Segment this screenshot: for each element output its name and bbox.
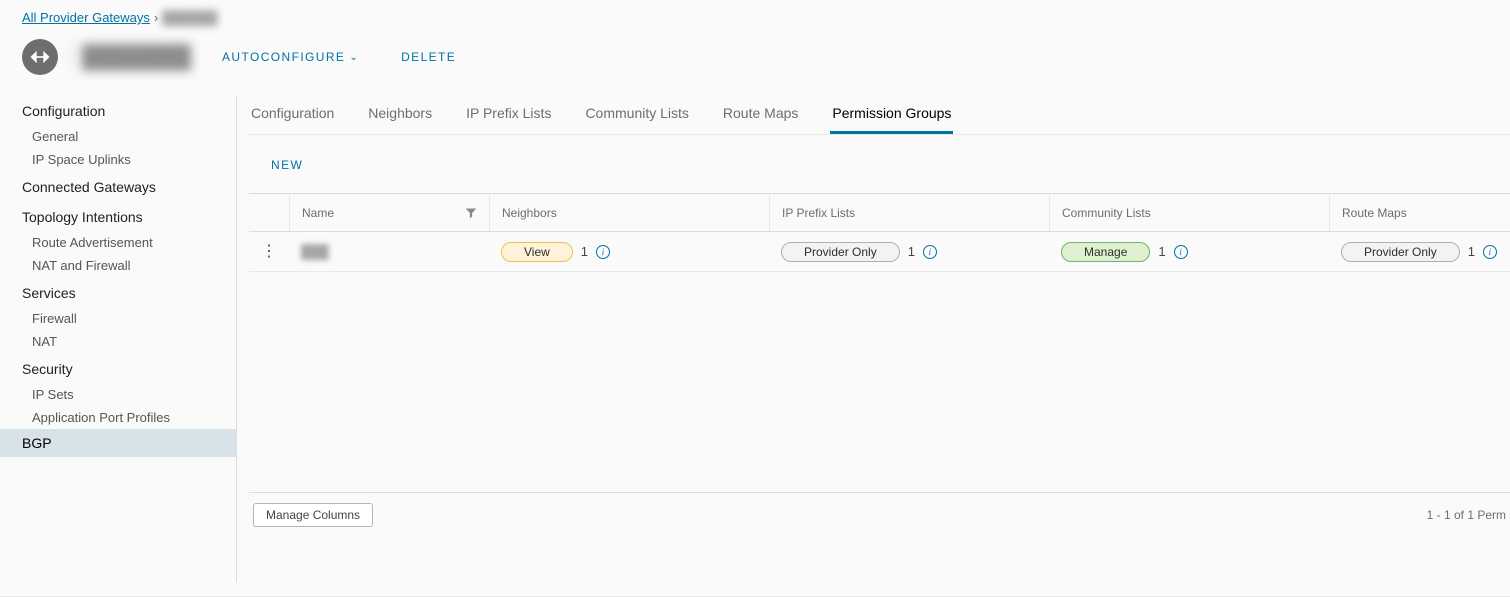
ip-prefix-count: 1: [908, 244, 915, 259]
sidebar-group-configuration[interactable]: Configuration: [0, 95, 236, 125]
chevron-down-icon: ⌄: [349, 52, 359, 63]
page-title-row: ███████ AUTOCONFIGURE ⌄ DELETE: [0, 39, 1510, 95]
sidebar-item-bgp[interactable]: BGP: [0, 429, 236, 457]
info-icon[interactable]: i: [596, 245, 610, 259]
row-name: ███: [301, 244, 329, 259]
row-actions-menu[interactable]: ⋮: [261, 244, 277, 260]
filter-icon[interactable]: [465, 207, 477, 219]
chevron-right-icon: ›: [154, 10, 158, 25]
delete-button[interactable]: DELETE: [395, 49, 462, 65]
breadcrumb-current: ██████: [162, 10, 217, 25]
tab-configuration[interactable]: Configuration: [249, 105, 336, 134]
table-row: ⋮ ███ View 1 i Provider Only 1 i Manage …: [249, 232, 1510, 272]
sidebar-item-general[interactable]: General: [0, 125, 236, 148]
tab-community-lists[interactable]: Community Lists: [583, 105, 690, 134]
breadcrumb-root-link[interactable]: All Provider Gateways: [22, 10, 150, 25]
info-icon[interactable]: i: [923, 245, 937, 259]
col-ip-prefix-lists[interactable]: IP Prefix Lists: [769, 194, 1049, 231]
sidebar-item-application-port-profiles[interactable]: Application Port Profiles: [0, 406, 236, 429]
tab-bar: Configuration Neighbors IP Prefix Lists …: [249, 99, 1510, 135]
tab-permission-groups[interactable]: Permission Groups: [830, 105, 953, 134]
sidebar: Configuration General IP Space Uplinks C…: [0, 95, 237, 582]
gateway-icon: [22, 39, 58, 75]
neighbors-permission-pill: View: [501, 242, 573, 262]
sidebar-item-nat[interactable]: NAT: [0, 330, 236, 353]
sidebar-group-connected-gateways[interactable]: Connected Gateways: [0, 171, 236, 201]
sidebar-group-security[interactable]: Security: [0, 353, 236, 383]
col-actions: [249, 194, 289, 231]
col-community-lists[interactable]: Community Lists: [1049, 194, 1329, 231]
sidebar-item-ip-space-uplinks[interactable]: IP Space Uplinks: [0, 148, 236, 171]
sidebar-item-nat-and-firewall[interactable]: NAT and Firewall: [0, 254, 236, 277]
breadcrumb: All Provider Gateways › ██████: [0, 0, 1510, 39]
info-icon[interactable]: i: [1483, 245, 1497, 259]
ip-prefix-permission-pill: Provider Only: [781, 242, 900, 262]
sidebar-item-ip-sets[interactable]: IP Sets: [0, 383, 236, 406]
route-maps-permission-pill: Provider Only: [1341, 242, 1460, 262]
community-permission-pill: Manage: [1061, 242, 1150, 262]
community-count: 1: [1158, 244, 1165, 259]
tab-route-maps[interactable]: Route Maps: [721, 105, 800, 134]
new-button[interactable]: NEW: [265, 157, 309, 173]
pager-text: 1 - 1 of 1 Perm: [1427, 508, 1510, 522]
sidebar-item-route-advertisement[interactable]: Route Advertisement: [0, 231, 236, 254]
sidebar-group-services[interactable]: Services: [0, 277, 236, 307]
tab-neighbors[interactable]: Neighbors: [366, 105, 434, 134]
route-maps-count: 1: [1468, 244, 1475, 259]
manage-columns-button[interactable]: Manage Columns: [253, 503, 373, 527]
tab-ip-prefix-lists[interactable]: IP Prefix Lists: [464, 105, 553, 134]
permission-groups-grid: Name Neighbors IP Prefix Lists Community…: [249, 193, 1510, 493]
neighbors-count: 1: [581, 244, 588, 259]
col-name[interactable]: Name: [289, 194, 489, 231]
grid-header-row: Name Neighbors IP Prefix Lists Community…: [249, 194, 1510, 232]
col-neighbors[interactable]: Neighbors: [489, 194, 769, 231]
col-route-maps[interactable]: Route Maps: [1329, 194, 1510, 231]
grid-footer: Manage Columns 1 - 1 of 1 Perm: [249, 493, 1510, 527]
sidebar-group-topology-intentions[interactable]: Topology Intentions: [0, 201, 236, 231]
sidebar-item-firewall[interactable]: Firewall: [0, 307, 236, 330]
content-area: Configuration Neighbors IP Prefix Lists …: [237, 95, 1510, 582]
info-icon[interactable]: i: [1174, 245, 1188, 259]
autoconfigure-button[interactable]: AUTOCONFIGURE ⌄: [216, 49, 365, 65]
page-title: ███████: [72, 44, 192, 70]
